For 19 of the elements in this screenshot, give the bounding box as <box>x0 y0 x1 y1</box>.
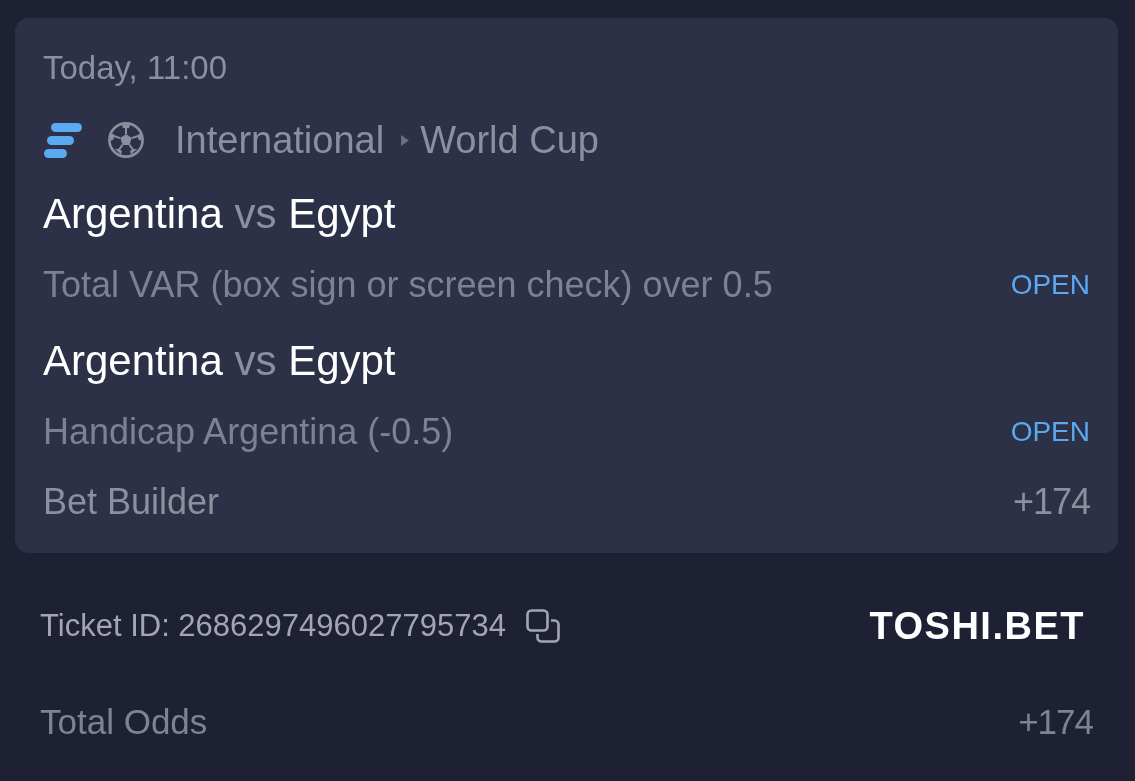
total-odds-value: +174 <box>1018 702 1093 742</box>
stacked-bars-icon <box>44 122 82 158</box>
odds-value: +174 <box>1012 482 1090 522</box>
match-title: Argentina vs Egypt <box>43 339 396 383</box>
match-title: Argentina vs Egypt <box>43 192 396 236</box>
status-label: OPEN <box>1010 416 1090 448</box>
caret-right-icon <box>401 134 410 146</box>
soccer-ball-icon <box>108 122 144 158</box>
region-label: International <box>175 120 385 160</box>
event-time: Today, 11:00 <box>43 50 228 86</box>
status-label: OPEN <box>1010 269 1090 301</box>
ticket-id: Ticket ID: 2686297496027795734 <box>40 608 506 644</box>
brand-logo: TOSHI.BET <box>869 606 1085 646</box>
total-odds-label: Total Odds <box>40 702 208 742</box>
market-label: Handicap Argentina (-0.5) <box>43 412 454 452</box>
market-label: Total VAR (box sign or screen check) over 0.5 <box>43 265 773 305</box>
league-label: World Cup <box>420 120 599 160</box>
bet-type-label: Bet Builder <box>43 482 220 522</box>
copy-icon[interactable] <box>525 609 560 643</box>
